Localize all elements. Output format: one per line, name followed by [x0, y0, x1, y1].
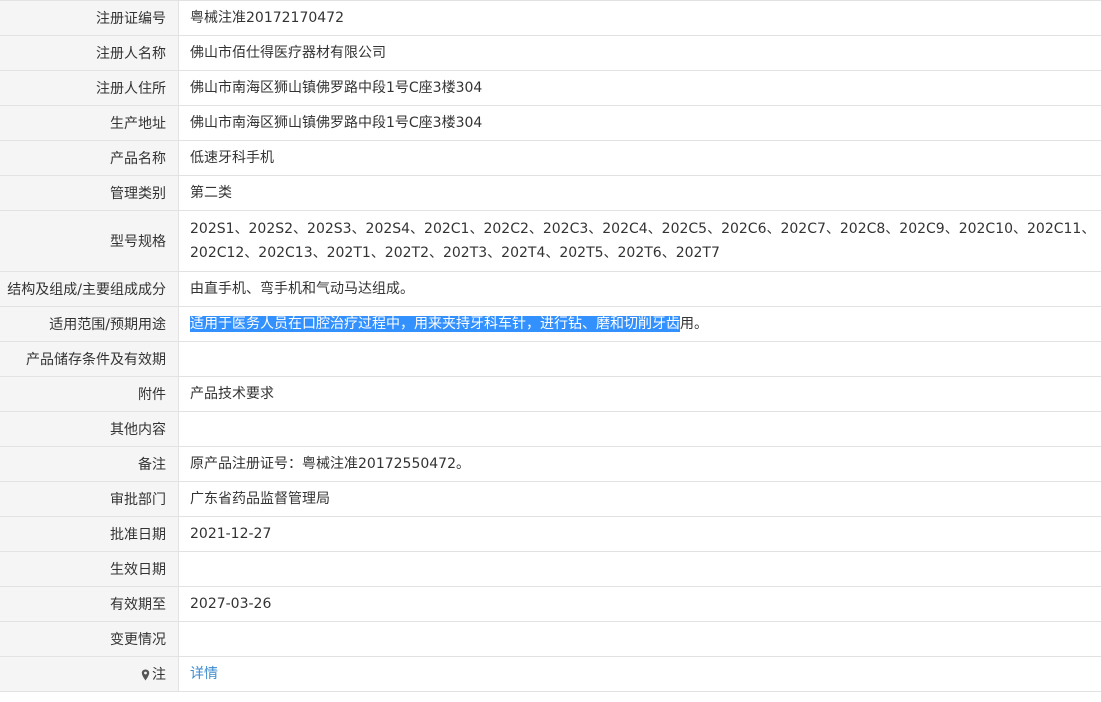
row-label: 管理类别 — [0, 176, 179, 210]
value-text: 原产品注册证号：粤械注准20172550472。 — [190, 456, 470, 472]
value-text: 佛山市南海区狮山镇佛罗路中段1号C座3楼304 — [190, 80, 483, 96]
row-label: 产品储存条件及有效期 — [0, 342, 179, 376]
row-label: 注册证编号 — [0, 1, 179, 35]
row-value — [179, 342, 1101, 376]
row-label: 审批部门 — [0, 482, 179, 516]
value-text: 2027-03-26 — [190, 596, 272, 612]
value-text: 产品技术要求 — [190, 386, 274, 402]
table-row-attachment: 附件 产品技术要求 — [0, 377, 1101, 412]
value-text[interactable]: 适用于医务人员在口腔治疗过程中，用来夹持牙科车针，进行钻、磨和切削牙齿用。 — [190, 312, 708, 336]
row-label: 有效期至 — [0, 587, 179, 621]
table-row-registrant-name: 注册人名称 佛山市佰仕得医疗器材有限公司 — [0, 36, 1101, 71]
value-text: 202S1、202S2、202S3、202S4、202C1、202C2、202C… — [190, 221, 1096, 261]
value-text: 2021-12-27 — [190, 526, 272, 542]
row-label: 型号规格 — [0, 211, 179, 271]
table-row-production-address: 生产地址 佛山市南海区狮山镇佛罗路中段1号C座3楼304 — [0, 106, 1101, 141]
value-text: 佛山市南海区狮山镇佛罗路中段1号C座3楼304 — [190, 115, 483, 131]
row-label: 生产地址 — [0, 106, 179, 140]
row-value: 2027-03-26 — [179, 587, 1101, 621]
table-row-product-name: 产品名称 低速牙科手机 — [0, 141, 1101, 176]
row-label: 适用范围/预期用途 — [0, 307, 179, 341]
row-value: 广东省药品监督管理局 — [179, 482, 1101, 516]
unselected-text: 用。 — [680, 316, 708, 332]
table-row-registrant-address: 注册人住所 佛山市南海区狮山镇佛罗路中段1号C座3楼304 — [0, 71, 1101, 106]
row-label: 结构及组成/主要组成成分 — [0, 272, 179, 306]
row-value: 详情 — [179, 657, 1101, 691]
table-row-intended-use: 适用范围/预期用途 适用于医务人员在口腔治疗过程中，用来夹持牙科车针，进行钻、磨… — [0, 307, 1101, 342]
row-value: 佛山市南海区狮山镇佛罗路中段1号C座3楼304 — [179, 106, 1101, 140]
table-row-approval-date: 批准日期 2021-12-27 — [0, 517, 1101, 552]
row-label: 变更情况 — [0, 622, 179, 656]
table-row-approval-department: 审批部门 广东省药品监督管理局 — [0, 482, 1101, 517]
pin-icon — [141, 669, 150, 681]
row-value — [179, 412, 1101, 446]
row-value: 202S1、202S2、202S3、202S4、202C1、202C2、202C… — [179, 211, 1101, 271]
table-row-effective-date: 生效日期 — [0, 552, 1101, 587]
row-value — [179, 552, 1101, 586]
row-label: 注册人名称 — [0, 36, 179, 70]
row-value: 佛山市南海区狮山镇佛罗路中段1号C座3楼304 — [179, 71, 1101, 105]
value-text: 第二类 — [190, 185, 232, 201]
row-label: 产品名称 — [0, 141, 179, 175]
row-label: 注册人住所 — [0, 71, 179, 105]
table-row-management-category: 管理类别 第二类 — [0, 176, 1101, 211]
row-label: 备注 — [0, 447, 179, 481]
table-row-change-status: 变更情况 — [0, 622, 1101, 657]
row-value: 产品技术要求 — [179, 377, 1101, 411]
value-text: 佛山市佰仕得医疗器材有限公司 — [190, 45, 386, 61]
table-row-model-spec: 型号规格 202S1、202S2、202S3、202S4、202C1、202C2… — [0, 211, 1101, 272]
table-row-remarks: 备注 原产品注册证号：粤械注准20172550472。 — [0, 447, 1101, 482]
row-label: 其他内容 — [0, 412, 179, 446]
value-text: 广东省药品监督管理局 — [190, 491, 330, 507]
row-value: 由直手机、弯手机和气动马达组成。 — [179, 272, 1101, 306]
table-row-valid-until: 有效期至 2027-03-26 — [0, 587, 1101, 622]
row-value: 第二类 — [179, 176, 1101, 210]
table-row-note: 注 详情 — [0, 657, 1101, 692]
table-row-other-content: 其他内容 — [0, 412, 1101, 447]
table-row-storage-conditions: 产品储存条件及有效期 — [0, 342, 1101, 377]
row-label: 批准日期 — [0, 517, 179, 551]
row-value[interactable]: 适用于医务人员在口腔治疗过程中，用来夹持牙科车针，进行钻、磨和切削牙齿用。 — [179, 307, 1101, 341]
row-value: 粤械注准20172170472 — [179, 1, 1101, 35]
row-value: 原产品注册证号：粤械注准20172550472。 — [179, 447, 1101, 481]
table-row-structure-composition: 结构及组成/主要组成成分 由直手机、弯手机和气动马达组成。 — [0, 272, 1101, 307]
row-value: 佛山市佰仕得医疗器材有限公司 — [179, 36, 1101, 70]
row-value: 2021-12-27 — [179, 517, 1101, 551]
value-text: 由直手机、弯手机和气动马达组成。 — [190, 281, 414, 297]
row-label: 附件 — [0, 377, 179, 411]
details-link[interactable]: 详情 — [190, 662, 218, 686]
value-text: 低速牙科手机 — [190, 150, 274, 166]
value-text: 粤械注准20172170472 — [190, 10, 344, 26]
note-label-text: 注 — [152, 667, 166, 683]
selected-text[interactable]: 适用于医务人员在口腔治疗过程中，用来夹持牙科车针，进行钻、磨和切削牙齿 — [190, 316, 680, 332]
row-label: 注 — [0, 657, 179, 691]
row-value — [179, 622, 1101, 656]
row-value: 低速牙科手机 — [179, 141, 1101, 175]
registration-detail-table: 注册证编号 粤械注准20172170472 注册人名称 佛山市佰仕得医疗器材有限… — [0, 0, 1101, 692]
table-row-registration-number: 注册证编号 粤械注准20172170472 — [0, 1, 1101, 36]
row-label: 生效日期 — [0, 552, 179, 586]
